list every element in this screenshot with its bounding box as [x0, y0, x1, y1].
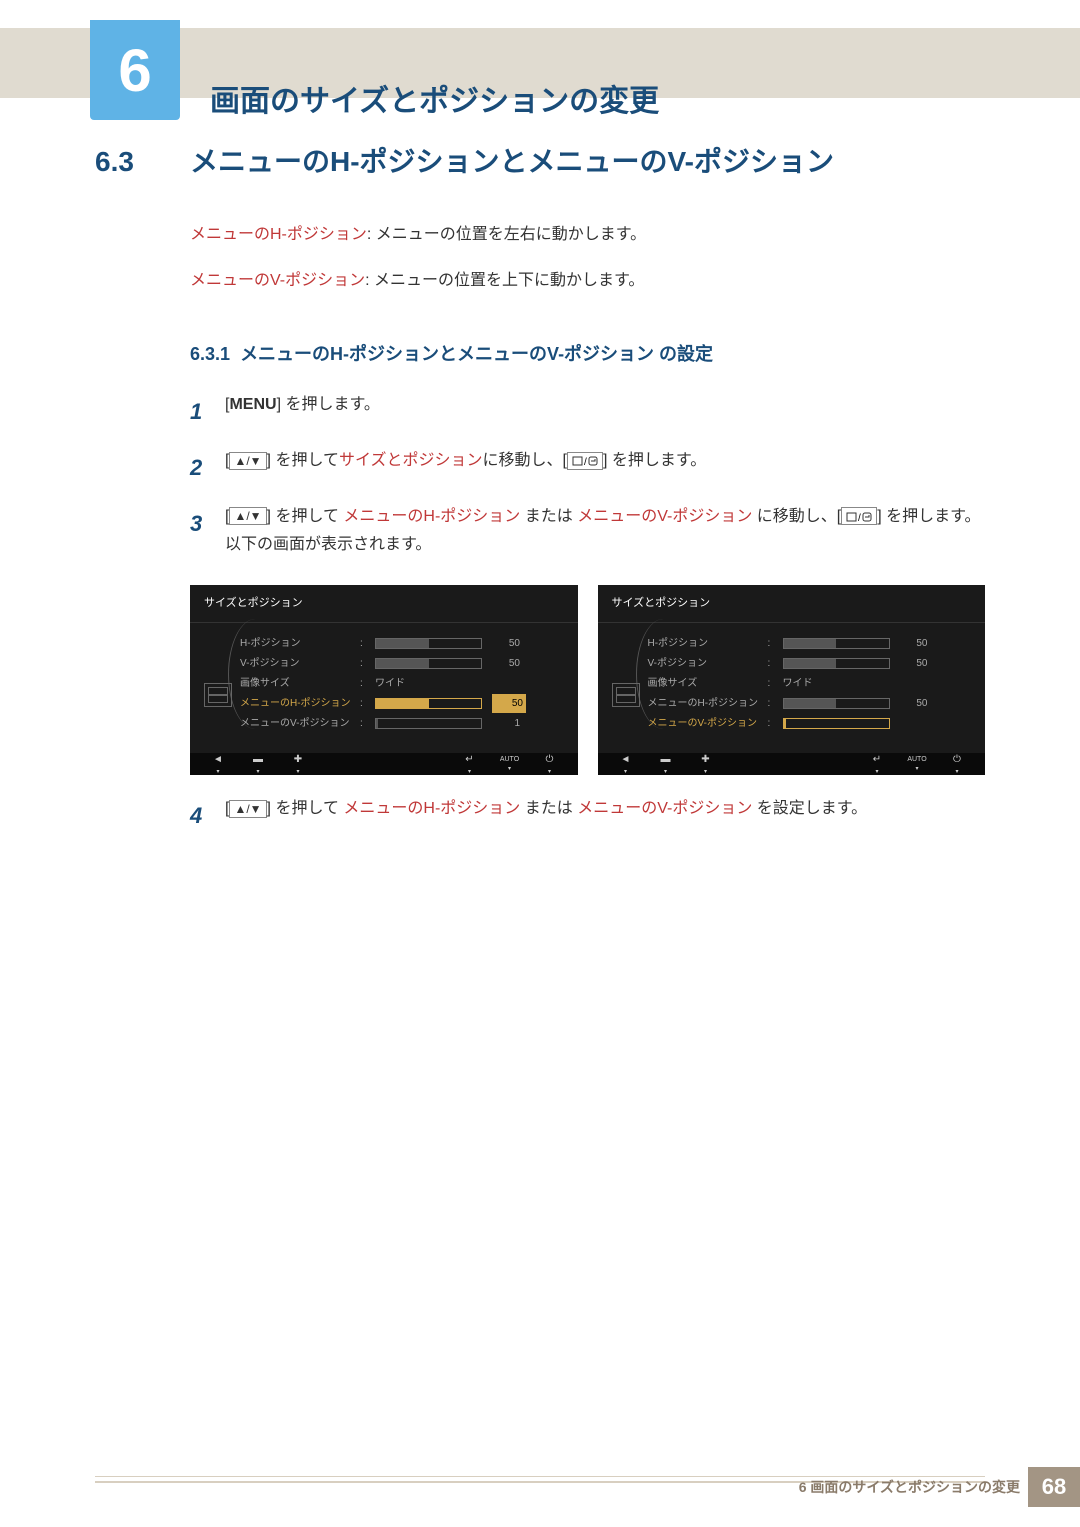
osd-power-icon: ⏻▾ [947, 757, 967, 771]
step-3: 3 [▲/▼] を押して メニューのH-ポジション または メニューのV-ポジシ… [190, 503, 985, 561]
description-h: メニューのH-ポジション: メニューの位置を左右に動かします。 [190, 220, 985, 250]
osd-minus-icon: ▬▾ [656, 757, 676, 771]
osd-plus-icon: ✚▾ [288, 757, 308, 771]
section-number: 6.3 [95, 146, 190, 178]
page-number: 68 [1028, 1467, 1080, 1507]
osd-back-icon: ◄▾ [208, 757, 228, 771]
svg-text:/: / [584, 457, 587, 467]
osd-enter-icon: ↵▾ [867, 757, 887, 771]
osd-back-icon: ◄▾ [616, 757, 636, 771]
osd-enter-icon: ↵▾ [460, 757, 480, 771]
osd-power-icon: ⏻▾ [540, 757, 560, 771]
osd-auto-icon: AUTO▾ [500, 757, 520, 771]
footer-chapter-label: 6 画面のサイズとポジションの変更 [799, 1477, 1020, 1497]
updown-key-icon: ▲/▼ [229, 800, 266, 818]
step-1: 1 [MENU] を押します。 [190, 391, 985, 433]
chapter-number-badge: 6 [90, 20, 180, 120]
step-2: 2 [▲/▼] を押してサイズとポジションに移動し、[/] を押します。 [190, 447, 985, 489]
description-v: メニューのV-ポジション: メニューの位置を上下に動かします。 [190, 266, 985, 296]
osd-menu-v-selected: サイズとポジション H-ポジション:50 V-ポジション:50 画像サイズ:ワイ… [598, 585, 986, 775]
updown-key-icon: ▲/▼ [229, 507, 266, 525]
subsection-title: 6.3.1 メニューのH-ポジションとメニューのV-ポジション の設定 [190, 337, 985, 371]
svg-text:/: / [858, 513, 861, 523]
osd-minus-icon: ▬▾ [248, 757, 268, 771]
updown-key-icon: ▲/▼ [229, 452, 266, 470]
osd-category-icon [204, 683, 232, 707]
enter-key-icon: / [841, 507, 877, 525]
step-4: 4 [▲/▼] を押して メニューのH-ポジション または メニューのV-ポジシ… [190, 795, 985, 837]
osd-auto-icon: AUTO▾ [907, 757, 927, 771]
osd-plus-icon: ✚▾ [696, 757, 716, 771]
osd-category-icon [612, 683, 640, 707]
section-title: メニューのH-ポジションとメニューのV-ポジション [190, 140, 834, 180]
enter-key-icon: / [567, 452, 603, 470]
chapter-title: 画面のサイズとポジションの変更 [210, 76, 659, 120]
osd-menu-h-selected: サイズとポジション H-ポジション:50 V-ポジション:50 画像サイズ:ワイ… [190, 585, 578, 775]
